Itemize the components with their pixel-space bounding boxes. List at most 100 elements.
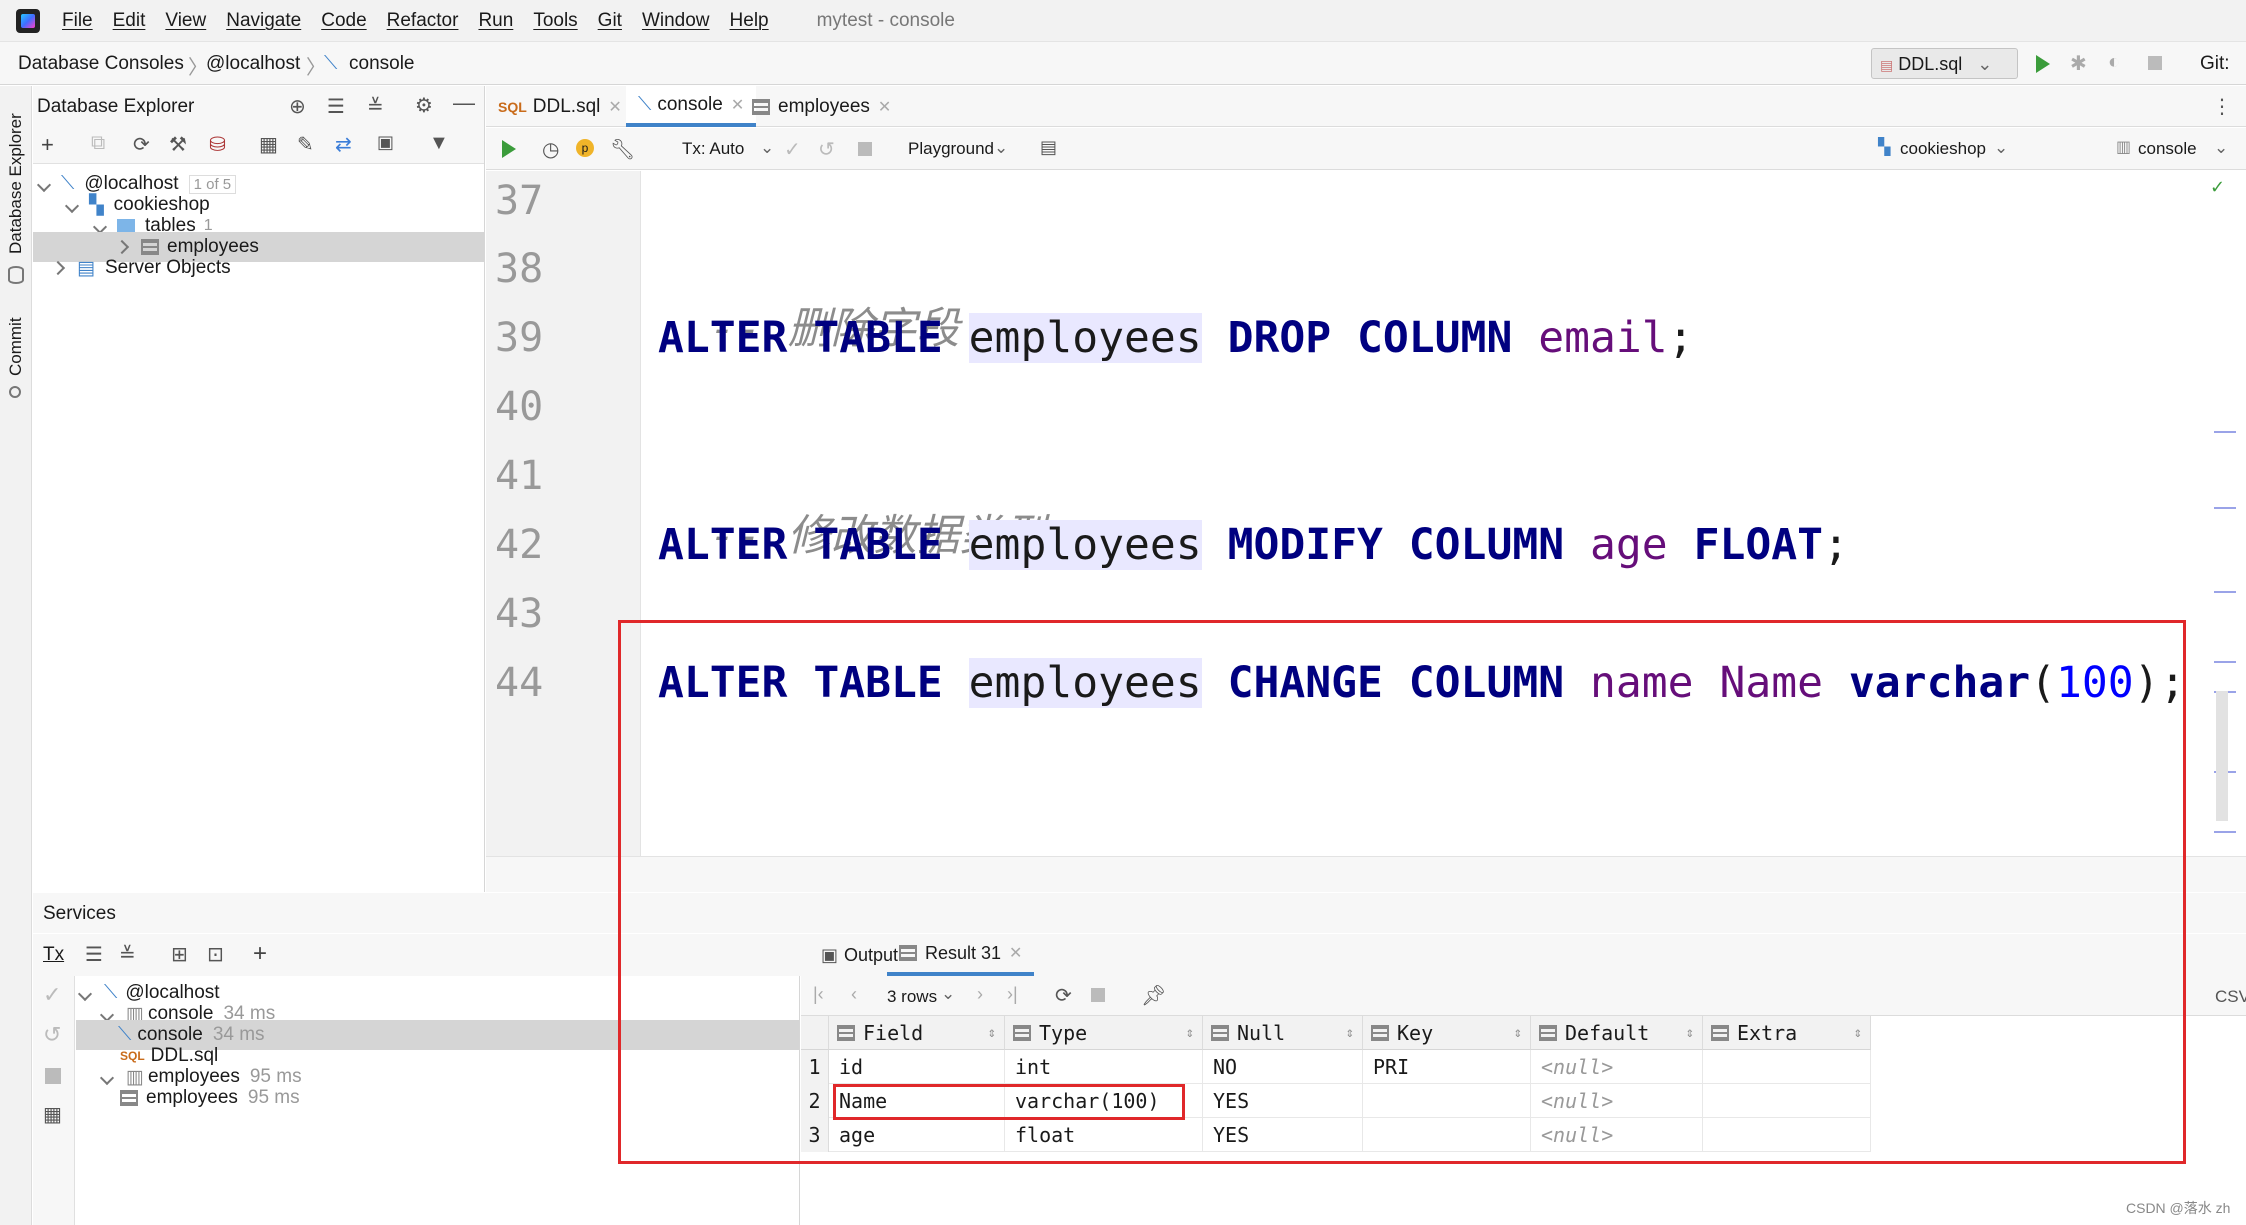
tx-button[interactable]: Tx bbox=[43, 944, 64, 966]
chevron-down-icon: ⌄ bbox=[994, 138, 1009, 157]
menu-refactor[interactable]: Refactor bbox=[387, 10, 459, 32]
breadcrumb-localhost[interactable]: @localhost bbox=[206, 53, 300, 75]
new-tab-icon[interactable]: ⊡ bbox=[207, 942, 224, 967]
disconnect-icon[interactable]: ⛁ bbox=[209, 132, 226, 157]
tab-console[interactable]: ⟍ console ✕ bbox=[626, 86, 757, 127]
menu-edit[interactable]: Edit bbox=[113, 10, 146, 32]
database-explorer-title: Database Explorer bbox=[37, 96, 195, 117]
properties-icon[interactable]: ⚒ bbox=[169, 132, 187, 157]
close-icon[interactable]: ✕ bbox=[608, 97, 621, 117]
editor-tab-bar: SQL DDL.sql ✕ ⟍ console ✕ employees ✕ ⋮ bbox=[486, 86, 2246, 127]
database-explorer-tool-tab[interactable]: Database Explorer bbox=[6, 113, 26, 254]
debug-icon[interactable]: ✱ bbox=[2070, 51, 2087, 76]
profile-icon[interactable]: p bbox=[576, 139, 594, 157]
csv-format-select[interactable]: CSV bbox=[2215, 987, 2246, 1007]
scroll-marker bbox=[2214, 831, 2236, 833]
database-explorer-panel: Database Explorer ⊕ ☰ ≚ ⚙ — + ⧉ ⟳ ⚒ ⛁ ▦ … bbox=[33, 86, 485, 892]
services-title: Services bbox=[43, 903, 116, 924]
menu-window[interactable]: Window bbox=[642, 10, 710, 32]
line-number: 41 bbox=[495, 453, 544, 499]
tx-mode-select[interactable]: Tx: Auto bbox=[682, 139, 744, 159]
edit-icon[interactable]: ✎ bbox=[297, 132, 314, 157]
git-label: Git: bbox=[2200, 53, 2230, 74]
breadcrumb-database-consoles[interactable]: Database Consoles bbox=[18, 53, 184, 75]
more-icon[interactable]: ⋮ bbox=[2212, 94, 2232, 119]
expand-all-icon[interactable]: ☰ bbox=[85, 942, 103, 967]
session-icon: ▥ bbox=[2116, 139, 2132, 156]
chevron-down-icon: ⌄ bbox=[2214, 138, 2229, 157]
execute-icon[interactable] bbox=[502, 140, 516, 158]
database-explorer-toolbar: + ⧉ ⟳ ⚒ ⛁ ▦ ✎ ⇄ ▣ ▼ bbox=[33, 126, 484, 164]
table-editor-icon[interactable]: ▦ bbox=[259, 132, 278, 157]
line-number: 37 bbox=[495, 178, 544, 224]
window-title: mytest - console bbox=[816, 9, 955, 31]
menu-file[interactable]: File bbox=[62, 10, 93, 32]
stop-icon[interactable] bbox=[45, 1068, 61, 1084]
playground-select[interactable]: Playground bbox=[908, 139, 994, 159]
chevron-down-icon: ⌄ bbox=[1977, 54, 1993, 74]
commit-icon bbox=[9, 386, 21, 398]
stop-icon[interactable] bbox=[858, 142, 872, 156]
stop-icon[interactable] bbox=[2148, 56, 2162, 70]
collapse-all-icon[interactable]: ≚ bbox=[367, 94, 384, 119]
services-side-toolbar: ✓ ↺ ▦ bbox=[33, 976, 75, 1225]
inspection-ok-icon: ✓ bbox=[2210, 177, 2226, 197]
run-configuration-select[interactable]: ▤ DDL.sql ⌄ bbox=[1871, 48, 2018, 79]
layout-icon[interactable]: ▦ bbox=[43, 1102, 62, 1127]
menu-run[interactable]: Run bbox=[478, 10, 513, 32]
schema-icon: ▚ bbox=[1878, 139, 1891, 156]
menu-bar: File Edit View Navigate Code Refactor Ru… bbox=[0, 0, 2246, 42]
close-icon[interactable]: ✕ bbox=[878, 97, 891, 117]
settings-wrench-icon[interactable]: 🔧︎ bbox=[610, 137, 635, 162]
expand-all-icon[interactable]: ☰ bbox=[327, 94, 345, 119]
commit-check-icon[interactable]: ✓ bbox=[43, 982, 61, 1008]
minimize-icon[interactable]: — bbox=[453, 90, 475, 116]
database-icon bbox=[8, 266, 24, 284]
add-icon[interactable]: + bbox=[253, 940, 267, 968]
scroll-marker bbox=[2214, 431, 2236, 433]
left-tool-strip: Database Explorer Commit bbox=[0, 86, 32, 1225]
query-console-icon[interactable]: ▣ bbox=[377, 132, 394, 153]
collapse-all-icon[interactable]: ≚ bbox=[119, 942, 136, 967]
menu-view[interactable]: View bbox=[165, 10, 206, 32]
line-number: 44 bbox=[495, 660, 544, 706]
service-item-employees[interactable]: employees 95 ms bbox=[120, 1083, 300, 1113]
editor-toolbar: ◷ p 🔧︎ Tx: Auto ⌄ ✓ ↺ Playground ⌄ ▤ ▚ c… bbox=[486, 128, 2246, 170]
line-number: 43 bbox=[495, 591, 544, 637]
add-icon[interactable]: + bbox=[41, 132, 54, 158]
rollback-icon[interactable]: ↺ bbox=[818, 137, 835, 162]
gear-icon[interactable]: ⚙ bbox=[415, 93, 433, 118]
run-icon[interactable] bbox=[2036, 55, 2050, 73]
breadcrumb-separator: 〉 bbox=[188, 57, 208, 79]
tree-item-server-objects[interactable]: ▤ Server Objects bbox=[50, 253, 231, 283]
coverage-icon[interactable]: ◐ bbox=[2108, 51, 2120, 74]
tab-ddl-sql[interactable]: SQL DDL.sql ✕ bbox=[486, 86, 634, 127]
menu-code[interactable]: Code bbox=[321, 10, 366, 32]
breadcrumb-console[interactable]: console bbox=[349, 53, 415, 75]
table-icon bbox=[752, 98, 770, 115]
editor-scrollbar[interactable]: ✓ bbox=[2210, 171, 2246, 856]
refresh-icon[interactable]: ⟳ bbox=[133, 132, 150, 157]
output-format-icon[interactable]: ▤ bbox=[1040, 137, 1057, 158]
chevron-down-icon: ⌄ bbox=[1994, 138, 2009, 157]
folder-icon bbox=[117, 219, 135, 233]
tab-employees[interactable]: employees ✕ bbox=[740, 86, 903, 127]
commit-check-icon[interactable]: ✓ bbox=[784, 137, 801, 162]
group-by-icon[interactable]: ⊞ bbox=[171, 942, 188, 967]
schema-select[interactable]: cookieshop bbox=[1900, 139, 1986, 159]
menu-git[interactable]: Git bbox=[598, 10, 622, 32]
copy-icon[interactable]: ⧉ bbox=[91, 132, 105, 155]
menu-tools[interactable]: Tools bbox=[533, 10, 577, 32]
jump-to-console-icon[interactable]: ⇄ bbox=[335, 132, 352, 157]
console-icon: ⟍ bbox=[324, 53, 338, 74]
locate-icon[interactable]: ⊕ bbox=[289, 94, 306, 119]
filter-icon[interactable]: ▼ bbox=[429, 132, 449, 155]
scroll-thumb[interactable] bbox=[2216, 691, 2228, 821]
session-select[interactable]: console bbox=[2138, 139, 2197, 159]
commit-tool-tab[interactable]: Commit bbox=[6, 317, 26, 376]
rollback-icon[interactable]: ↺ bbox=[43, 1022, 61, 1048]
history-icon[interactable]: ◷ bbox=[542, 137, 559, 162]
menu-help[interactable]: Help bbox=[730, 10, 769, 32]
scroll-marker bbox=[2214, 507, 2236, 509]
menu-navigate[interactable]: Navigate bbox=[226, 10, 301, 32]
